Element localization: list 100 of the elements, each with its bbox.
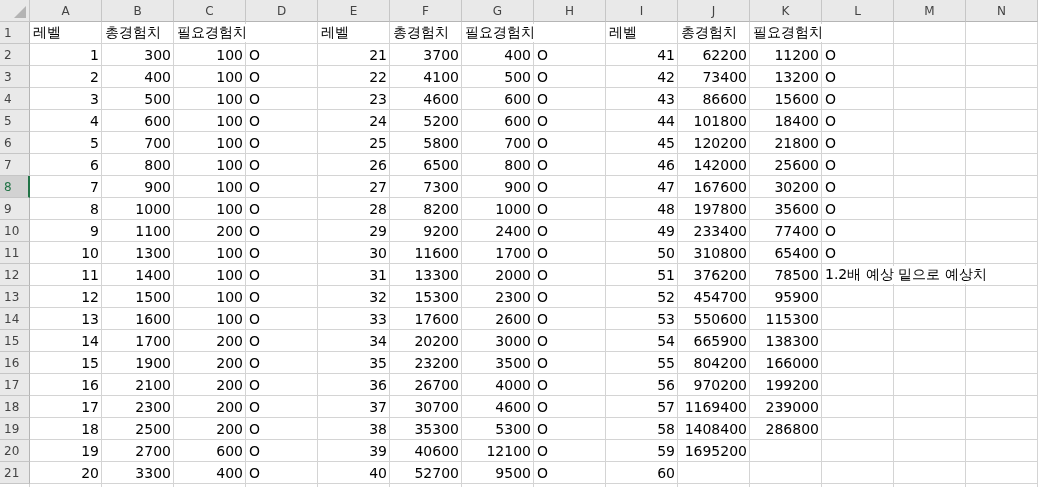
row-header[interactable]: 5	[0, 110, 30, 132]
table-cell: 9	[90, 223, 99, 239]
table-cell: O	[825, 91, 837, 107]
table-cell: O	[537, 465, 549, 481]
table-cell: 1000	[495, 201, 531, 217]
row-header[interactable]: 8	[0, 176, 30, 198]
column-header[interactable]: I	[606, 0, 678, 22]
row-header[interactable]: 16	[0, 352, 30, 374]
table-cell: 1	[90, 47, 99, 63]
row-header[interactable]: 17	[0, 374, 30, 396]
column-header[interactable]: D	[246, 0, 318, 22]
table-cell: 239000	[765, 399, 819, 415]
table-cell: 7	[90, 179, 99, 195]
column-header[interactable]: H	[534, 0, 606, 22]
table-cell: 73400	[702, 69, 747, 85]
table-cell: 15	[81, 355, 99, 371]
table-cell: 54	[657, 333, 675, 349]
row-header[interactable]: 3	[0, 66, 30, 88]
table-cell: 12	[81, 289, 99, 305]
column-header[interactable]: B	[102, 0, 174, 22]
table-cell: 1000	[135, 201, 171, 217]
table-cell: 필요경험치	[753, 24, 823, 42]
table-cell: 레벨	[321, 24, 349, 42]
table-cell: 1.2배 예상 밑으로 예상치	[825, 266, 987, 284]
table-cell: 1600	[135, 311, 171, 327]
column-header[interactable]: C	[174, 0, 246, 22]
row-header[interactable]: 2	[0, 44, 30, 66]
table-cell: O	[249, 113, 261, 129]
table-cell: O	[249, 135, 261, 151]
table-cell: 77400	[774, 223, 819, 239]
table-cell: 45	[657, 135, 675, 151]
table-cell: O	[537, 245, 549, 261]
column-header[interactable]: N	[966, 0, 1038, 22]
row-header[interactable]: 6	[0, 132, 30, 154]
table-cell: 1100	[135, 223, 171, 239]
column-header[interactable]: E	[318, 0, 390, 22]
table-cell: O	[825, 113, 837, 129]
table-cell: 30	[369, 245, 387, 261]
table-cell: O	[249, 245, 261, 261]
table-cell: 레벨	[609, 24, 637, 42]
table-cell: 100	[216, 91, 243, 107]
table-cell: 21	[369, 47, 387, 63]
row-header[interactable]: 18	[0, 396, 30, 418]
table-cell: 100	[216, 289, 243, 305]
table-cell: 7300	[423, 179, 459, 195]
table-cell: 100	[216, 311, 243, 327]
table-cell: 58	[657, 421, 675, 437]
column-header[interactable]: G	[462, 0, 534, 22]
table-cell: 총경험치	[393, 24, 449, 42]
column-header[interactable]: L	[822, 0, 894, 22]
table-cell: 59	[657, 443, 675, 459]
table-cell: 199200	[765, 377, 819, 393]
table-cell: 100	[216, 157, 243, 173]
row-header[interactable]: 20	[0, 440, 30, 462]
table-cell: 2	[90, 69, 99, 85]
row-header[interactable]: 21	[0, 462, 30, 484]
row-header[interactable]: 9	[0, 198, 30, 220]
table-cell: 6500	[423, 157, 459, 173]
table-cell: O	[537, 47, 549, 63]
table-cell: O	[825, 223, 837, 239]
row-header[interactable]: 10	[0, 220, 30, 242]
column-header[interactable]: J	[678, 0, 750, 22]
table-cell: 23	[369, 91, 387, 107]
column-header[interactable]: F	[390, 0, 462, 22]
table-cell: 28	[369, 201, 387, 217]
row-header[interactable]: 15	[0, 330, 30, 352]
table-cell: 40600	[414, 443, 459, 459]
table-cell: O	[537, 91, 549, 107]
table-cell: 200	[216, 355, 243, 371]
table-cell: 400	[504, 47, 531, 63]
row-header[interactable]: 13	[0, 286, 30, 308]
table-cell: O	[249, 377, 261, 393]
column-header[interactable]: K	[750, 0, 822, 22]
table-cell: 총경험치	[105, 24, 161, 42]
row-header[interactable]: 7	[0, 154, 30, 176]
table-cell: 2000	[495, 267, 531, 283]
row-header[interactable]: 11	[0, 242, 30, 264]
table-cell: O	[249, 443, 261, 459]
table-cell: O	[537, 421, 549, 437]
row-header[interactable]: 12	[0, 264, 30, 286]
table-cell: O	[249, 399, 261, 415]
table-cell: 21800	[774, 135, 819, 151]
table-cell: 31	[369, 267, 387, 283]
row-header[interactable]: 19	[0, 418, 30, 440]
table-cell: 8200	[423, 201, 459, 217]
table-cell: 53	[657, 311, 675, 327]
row-header[interactable]: 14	[0, 308, 30, 330]
table-cell: 56	[657, 377, 675, 393]
row-header[interactable]: 4	[0, 88, 30, 110]
select-all-icon[interactable]	[14, 6, 26, 18]
row-header[interactable]: 1	[0, 22, 30, 44]
table-cell: 19	[81, 443, 99, 459]
table-cell: O	[537, 399, 549, 415]
column-header[interactable]: M	[894, 0, 966, 22]
table-cell: 9200	[423, 223, 459, 239]
table-cell: 166000	[765, 355, 819, 371]
table-cell: 2300	[495, 289, 531, 305]
table-cell: 65400	[774, 245, 819, 261]
column-header[interactable]: A	[30, 0, 102, 22]
table-cell: O	[825, 47, 837, 63]
